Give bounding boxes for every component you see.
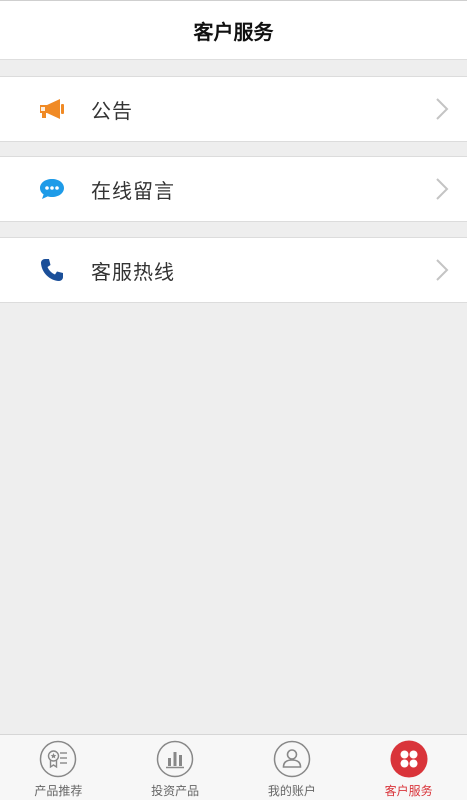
menu-item-label: 客服热线 xyxy=(91,259,175,284)
user-icon xyxy=(273,740,311,778)
bottom-tab-bar: 产品推荐 投资产品 我的账户 客户服务 xyxy=(0,734,467,800)
menu-item-announcement[interactable]: 公告 xyxy=(0,76,467,142)
menu-item-online-message[interactable]: 在线留言 xyxy=(0,156,467,222)
service-grid-icon xyxy=(390,740,428,778)
chevron-right-icon xyxy=(436,98,449,120)
page-title: 客户服务 xyxy=(193,19,274,44)
tab-label: 我的账户 xyxy=(267,784,316,798)
tab-label: 产品推荐 xyxy=(34,784,83,798)
phone-icon xyxy=(36,254,68,286)
tab-my-account[interactable]: 我的账户 xyxy=(234,735,351,800)
megaphone-icon xyxy=(36,93,68,125)
chevron-right-icon xyxy=(436,178,449,200)
tab-product-recommend[interactable]: 产品推荐 xyxy=(0,735,117,800)
tab-customer-service[interactable]: 客户服务 xyxy=(350,735,467,800)
menu-item-label: 公告 xyxy=(91,98,133,123)
chat-bubble-icon xyxy=(36,173,68,205)
tab-label: 投资产品 xyxy=(151,784,200,798)
award-list-icon xyxy=(39,740,77,778)
nav-header: 客户服务 xyxy=(0,0,467,60)
chevron-right-icon xyxy=(436,259,449,281)
menu-item-label: 在线留言 xyxy=(91,178,175,203)
bar-chart-icon xyxy=(156,740,194,778)
menu-item-hotline[interactable]: 客服热线 xyxy=(0,237,467,303)
tab-label: 客户服务 xyxy=(384,784,433,798)
tab-investment-products[interactable]: 投资产品 xyxy=(117,735,234,800)
